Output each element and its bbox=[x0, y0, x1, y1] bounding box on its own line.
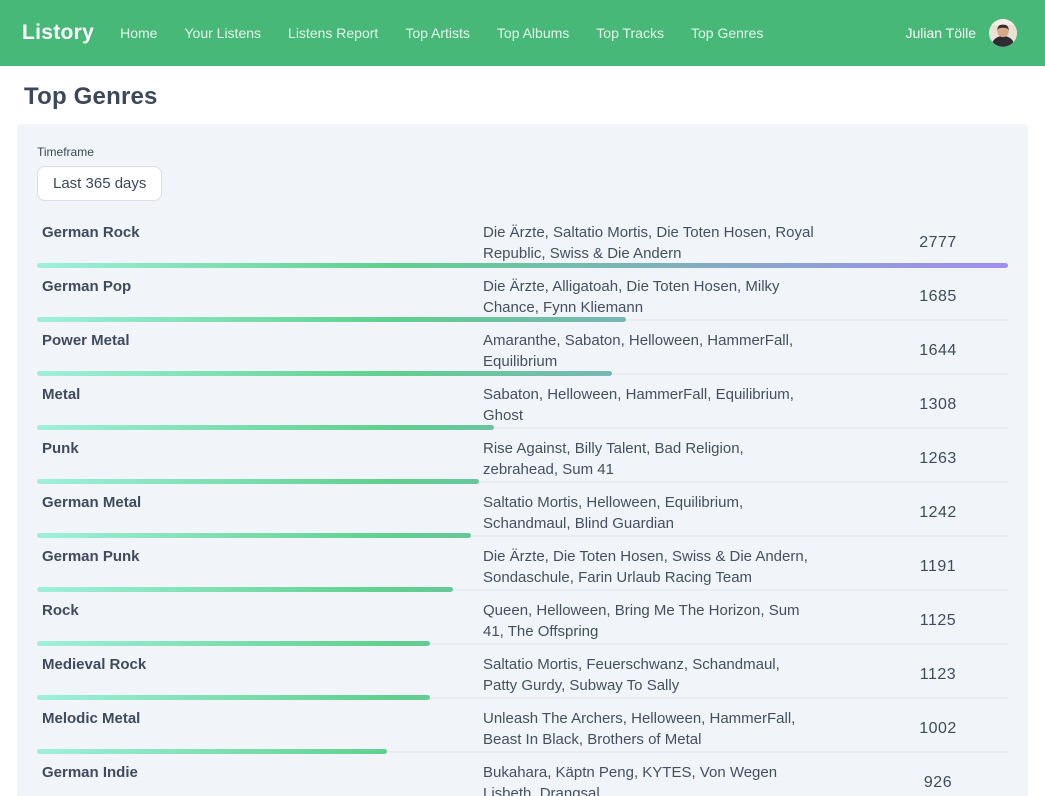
genre-name: German Indie bbox=[37, 762, 483, 783]
genre-row: German Pop Die Ärzte, Alligatoah, Die To… bbox=[37, 268, 1008, 322]
genre-count: 1308 bbox=[919, 396, 957, 414]
genre-count: 1263 bbox=[919, 450, 957, 468]
genre-name: German Metal bbox=[37, 492, 483, 513]
genre-row: German Punk Die Ärzte, Die Toten Hosen, … bbox=[37, 538, 1008, 592]
genre-count: 1191 bbox=[920, 558, 956, 576]
genre-count: 2777 bbox=[919, 234, 957, 252]
genre-row: Rock Queen, Helloween, Bring Me The Hori… bbox=[37, 592, 1008, 646]
user-avatar[interactable] bbox=[989, 19, 1017, 47]
genre-count: 1685 bbox=[919, 288, 957, 306]
genre-row: Melodic Metal Unleash The Archers, Hello… bbox=[37, 700, 1008, 754]
nav-link-top-artists[interactable]: Top Artists bbox=[405, 25, 470, 41]
app-logo[interactable]: Listory bbox=[22, 21, 94, 45]
genre-row: German Indie Bukahara, Käptn Peng, KYTES… bbox=[37, 754, 1008, 796]
user-menu[interactable]: Julian Tölle bbox=[905, 19, 1017, 47]
page-title: Top Genres bbox=[24, 83, 1028, 111]
genre-row: German Rock Die Ärzte, Saltatio Mortis, … bbox=[37, 214, 1008, 268]
genre-name: Melodic Metal bbox=[37, 708, 483, 729]
nav-link-listens-report[interactable]: Listens Report bbox=[288, 25, 378, 41]
genre-artists: Queen, Helloween, Bring Me The Horizon, … bbox=[483, 600, 868, 642]
genre-artists: Bukahara, Käptn Peng, KYTES, Von Wegen L… bbox=[483, 762, 868, 796]
genre-artists: Rise Against, Billy Talent, Bad Religion… bbox=[483, 438, 868, 480]
genre-name: Power Metal bbox=[37, 330, 483, 351]
genre-name: Medieval Rock bbox=[37, 654, 483, 675]
genre-artists: Saltatio Mortis, Helloween, Equilibrium,… bbox=[483, 492, 868, 534]
genre-name: German Pop bbox=[37, 276, 483, 297]
user-avatar-photo bbox=[989, 19, 1017, 47]
user-name: Julian Tölle bbox=[905, 25, 976, 41]
genre-row: Power Metal Amaranthe, Sabaton, Hellowee… bbox=[37, 322, 1008, 376]
nav-link-top-albums[interactable]: Top Albums bbox=[497, 25, 569, 41]
nav-links: Home Your Listens Listens Report Top Artist… bbox=[120, 25, 905, 41]
genre-name: German Punk bbox=[37, 546, 483, 567]
genre-artists: Die Ärzte, Die Toten Hosen, Swiss & Die … bbox=[483, 546, 868, 588]
genre-count: 926 bbox=[924, 774, 952, 792]
genre-count: 1002 bbox=[919, 720, 957, 738]
genre-count: 1125 bbox=[920, 612, 956, 630]
genre-name: Rock bbox=[37, 600, 483, 621]
timeframe-filter: Timeframe Last 365 days bbox=[37, 145, 1008, 201]
genre-artists: Saltatio Mortis, Feuerschwanz, Schandmau… bbox=[483, 654, 868, 696]
genre-artists: Sabaton, Helloween, HammerFall, Equilibr… bbox=[483, 384, 868, 426]
nav-link-top-tracks[interactable]: Top Tracks bbox=[596, 25, 664, 41]
genre-name: Punk bbox=[37, 438, 483, 459]
genre-count: 1644 bbox=[919, 342, 957, 360]
timeframe-select[interactable]: Last 365 days bbox=[37, 166, 162, 201]
nav-link-home[interactable]: Home bbox=[120, 25, 157, 41]
genre-name: German Rock bbox=[37, 222, 483, 243]
genre-row: Medieval Rock Saltatio Mortis, Feuerschw… bbox=[37, 646, 1008, 700]
nav-link-top-genres[interactable]: Top Genres bbox=[691, 25, 763, 41]
genre-name: Metal bbox=[37, 384, 483, 405]
genre-count: 1242 bbox=[919, 504, 957, 522]
genre-count: 1123 bbox=[920, 666, 956, 684]
genre-row: German Metal Saltatio Mortis, Helloween,… bbox=[37, 484, 1008, 538]
genre-artists: Die Ärzte, Saltatio Mortis, Die Toten Ho… bbox=[483, 222, 868, 264]
genre-row: Metal Sabaton, Helloween, HammerFall, Eq… bbox=[37, 376, 1008, 430]
genre-artists: Unleash The Archers, Helloween, HammerFa… bbox=[483, 708, 868, 750]
genre-artists: Die Ärzte, Alligatoah, Die Toten Hosen, … bbox=[483, 276, 868, 318]
genre-artists: Amaranthe, Sabaton, Helloween, HammerFal… bbox=[483, 330, 868, 372]
main-content: Top Genres Timeframe Last 365 days Germa… bbox=[0, 66, 1045, 796]
genres-table: German Rock Die Ärzte, Saltatio Mortis, … bbox=[37, 214, 1008, 796]
genre-row: Punk Rise Against, Billy Talent, Bad Rel… bbox=[37, 430, 1008, 484]
timeframe-label: Timeframe bbox=[37, 145, 1008, 159]
genres-card: Timeframe Last 365 days German Rock Die … bbox=[17, 124, 1028, 796]
navbar: Listory Home Your Listens Listens Report To… bbox=[0, 0, 1045, 66]
nav-link-your-listens[interactable]: Your Listens bbox=[184, 25, 261, 41]
